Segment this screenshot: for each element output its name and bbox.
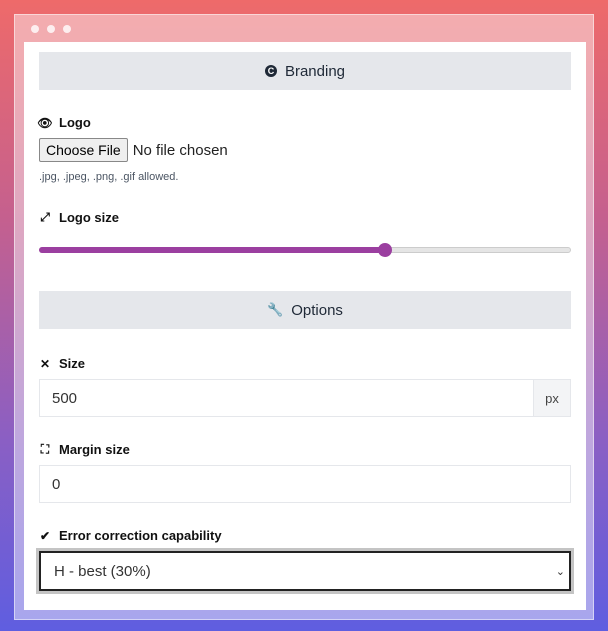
logo-size-label-text: Logo size	[59, 210, 119, 225]
choose-file-button[interactable]: Choose File	[39, 138, 128, 162]
size-label: ✕ Size	[39, 356, 571, 371]
margin-label-text: Margin size	[59, 442, 130, 457]
check-icon: ✔	[39, 528, 51, 543]
options-header[interactable]: 🔧 Options	[39, 291, 571, 329]
size-label-text: Size	[59, 356, 86, 371]
logo-size-slider[interactable]	[39, 242, 571, 258]
logo-label: 👁 Logo	[37, 115, 571, 130]
logo-size-label: ⤢ Logo size	[39, 210, 571, 225]
file-hint: .jpg, .jpeg, .png, .gif allowed.	[39, 171, 179, 183]
logo-label-text: Logo	[59, 115, 91, 130]
eye-icon: 👁	[37, 115, 53, 130]
minimize-dot[interactable]	[47, 25, 55, 33]
chevron-down-icon: ⌄	[555, 565, 565, 578]
compress-icon: ✕	[39, 356, 51, 371]
error-correction-label-text: Error correction capability	[59, 528, 222, 543]
slider-thumb[interactable]	[377, 243, 392, 257]
error-correction-label: ✔ Error correction capability	[39, 528, 571, 543]
file-status: No file chosen	[132, 141, 228, 159]
options-title: Options	[291, 301, 343, 319]
slider-fill	[39, 247, 385, 253]
content: C Branding 👁 Logo Choose File No file cho…	[24, 42, 586, 610]
maximize-dot[interactable]	[63, 25, 71, 33]
margin-label: ⛶ Margin size	[39, 442, 571, 457]
close-dot[interactable]	[31, 25, 39, 33]
margin-input-group	[39, 465, 571, 503]
branding-header[interactable]: C Branding	[39, 52, 571, 90]
selected-value: H - best (30%)	[54, 562, 151, 580]
expand-arrows-icon: ⤢	[40, 210, 50, 224]
wrench-icon: 🔧	[267, 302, 284, 317]
window: C Branding 👁 Logo Choose File No file cho…	[14, 14, 594, 620]
copyright-icon: C	[264, 65, 277, 77]
size-input[interactable]	[40, 380, 533, 416]
frame-corners-icon: ⛶	[40, 442, 50, 456]
px-addon: px	[533, 380, 570, 416]
size-input-group: px	[39, 379, 571, 417]
branding-title: Branding	[284, 62, 346, 80]
margin-input[interactable]	[40, 466, 570, 502]
error-correction-select[interactable]: H - best (30%) ⌄	[36, 548, 574, 594]
logo-file-input[interactable]: Choose File No file chosen	[39, 138, 571, 162]
window-controls	[31, 25, 71, 33]
